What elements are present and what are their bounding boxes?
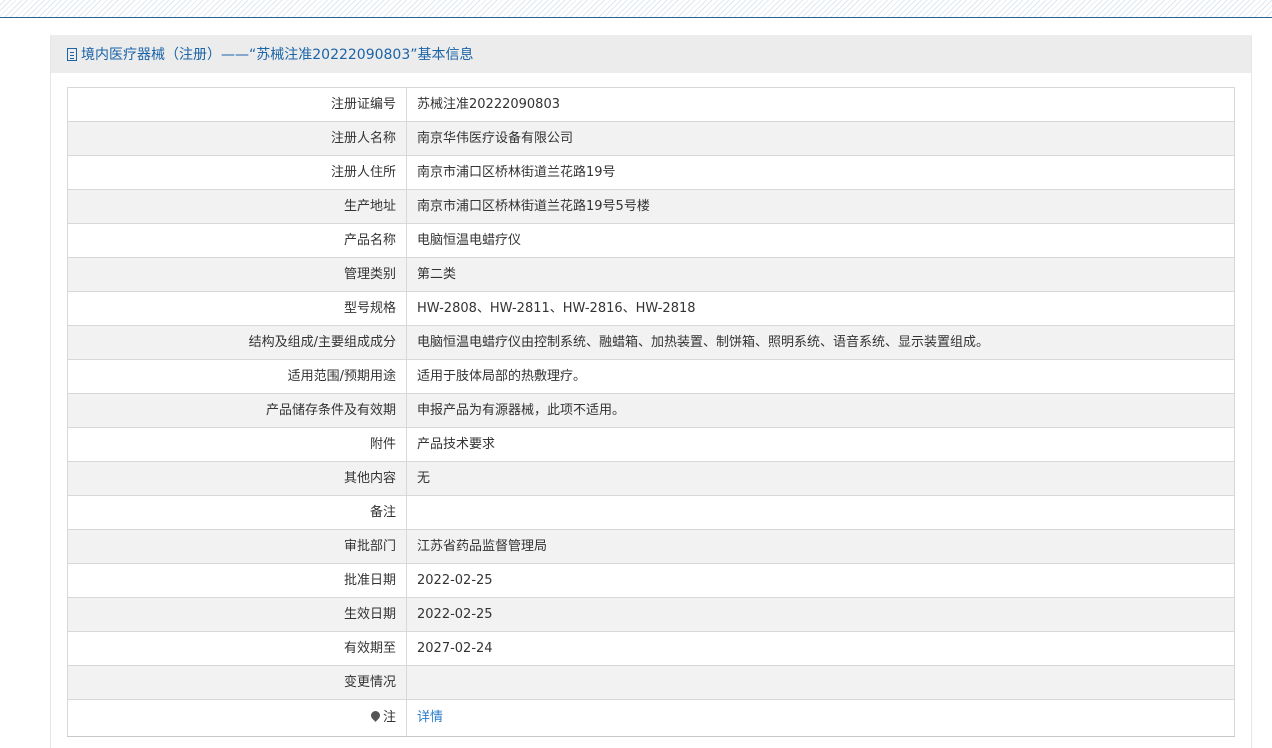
row-value: 电脑恒温电蜡疗仪由控制系统、融蜡箱、加热装置、制饼箱、照明系统、语音系统、显示装… [406,325,1235,360]
row-value: 电脑恒温电蜡疗仪 [406,223,1235,258]
pin-icon [369,709,382,722]
row-label: 产品名称 [67,223,407,258]
table-row: 产品名称 电脑恒温电蜡疗仪 [67,223,1235,258]
table-row: 适用范围/预期用途 适用于肢体局部的热敷理疗。 [67,359,1235,394]
table-row: 生产地址 南京市浦口区桥林街道兰花路19号5号楼 [67,189,1235,224]
table-row: 批准日期 2022-02-25 [67,563,1235,598]
row-value: 2027-02-24 [406,631,1235,666]
info-panel: 境内医疗器械（注册）——“苏械注准20222090803”基本信息 注册证编号 … [50,35,1252,748]
note-label-cell: 注 [67,699,407,737]
note-label: 注 [382,710,396,725]
row-value: 无 [406,461,1235,496]
row-value: 2022-02-25 [406,563,1235,598]
table-row: 有效期至 2027-02-24 [67,631,1235,666]
table-row: 注册人住所 南京市浦口区桥林街道兰花路19号 [67,155,1235,190]
row-value: 江苏省药品监督管理局 [406,529,1235,564]
row-label: 生产地址 [67,189,407,224]
row-value: HW-2808、HW-2811、HW-2816、HW-2818 [406,291,1235,326]
row-value: 南京市浦口区桥林街道兰花路19号5号楼 [406,189,1235,224]
document-icon [67,47,77,61]
row-value: 南京市浦口区桥林街道兰花路19号 [406,155,1235,190]
detail-link[interactable]: 详情 [417,710,443,725]
row-value [406,665,1235,700]
row-label: 审批部门 [67,529,407,564]
row-label: 注册证编号 [67,87,407,122]
note-row: 注 详情 [67,699,1235,737]
row-label: 有效期至 [67,631,407,666]
row-label: 产品储存条件及有效期 [67,393,407,428]
row-label: 附件 [67,427,407,462]
table-row: 生效日期 2022-02-25 [67,597,1235,632]
row-label: 注册人住所 [67,155,407,190]
row-value: 适用于肢体局部的热敷理疗。 [406,359,1235,394]
row-label: 变更情况 [67,665,407,700]
row-value [406,495,1235,530]
row-label: 型号规格 [67,291,407,326]
top-band [0,0,1272,18]
row-value: 南京华伟医疗设备有限公司 [406,121,1235,156]
row-label: 管理类别 [67,257,407,292]
table-row: 产品储存条件及有效期 申报产品为有源器械，此项不适用。 [67,393,1235,428]
table-row: 备注 [67,495,1235,530]
row-value: 苏械注准20222090803 [406,87,1235,122]
table-row: 型号规格 HW-2808、HW-2811、HW-2816、HW-2818 [67,291,1235,326]
row-label: 适用范围/预期用途 [67,359,407,394]
row-value: 2022-02-25 [406,597,1235,632]
panel-header: 境内医疗器械（注册）——“苏械注准20222090803”基本信息 [51,35,1251,73]
table-row: 管理类别 第二类 [67,257,1235,292]
table-row: 结构及组成/主要组成成分 电脑恒温电蜡疗仪由控制系统、融蜡箱、加热装置、制饼箱、… [67,325,1235,360]
table-row: 附件 产品技术要求 [67,427,1235,462]
row-value: 产品技术要求 [406,427,1235,462]
info-table-body: 注册证编号 苏械注准20222090803 注册人名称 南京华伟医疗设备有限公司… [67,87,1235,737]
row-value: 第二类 [406,257,1235,292]
panel-title: 境内医疗器械（注册）——“苏械注准20222090803”基本信息 [81,47,474,63]
table-row: 审批部门 江苏省药品监督管理局 [67,529,1235,564]
row-label: 批准日期 [67,563,407,598]
note-value-cell: 详情 [406,699,1235,737]
info-table: 注册证编号 苏械注准20222090803 注册人名称 南京华伟医疗设备有限公司… [67,87,1235,737]
row-label: 备注 [67,495,407,530]
row-label: 其他内容 [67,461,407,496]
row-value: 申报产品为有源器械，此项不适用。 [406,393,1235,428]
row-label: 注册人名称 [67,121,407,156]
table-row: 注册证编号 苏械注准20222090803 [67,87,1235,122]
row-label: 生效日期 [67,597,407,632]
row-label: 结构及组成/主要组成成分 [67,325,407,360]
table-row: 变更情况 [67,665,1235,700]
table-row: 其他内容 无 [67,461,1235,496]
table-row: 注册人名称 南京华伟医疗设备有限公司 [67,121,1235,156]
